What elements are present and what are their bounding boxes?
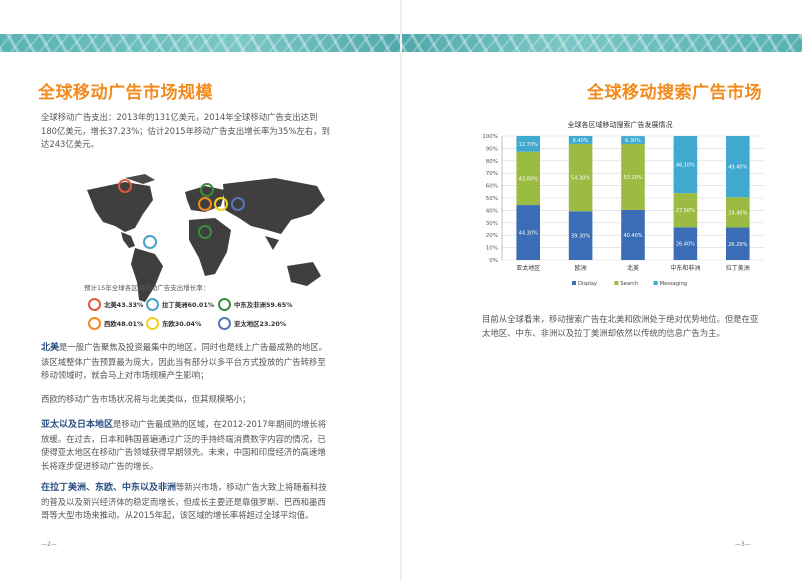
y-tick-label: 60% xyxy=(486,184,498,190)
legend-label: 西欧48.01% xyxy=(104,320,144,328)
paragraph-asia-pacific: 亚太以及日本地区是移动广告最成熟的区域，在2012-2017年期间的增长将放缓。… xyxy=(41,418,331,473)
legend-ring-icon xyxy=(88,298,101,311)
data-label: 46.10% xyxy=(676,163,695,169)
legend-label: 北美43.33% xyxy=(104,301,144,309)
map-legend-title: 预计15年全球各区域移动广告支出增长率： xyxy=(84,284,210,292)
legend-swatch xyxy=(572,281,576,285)
legend-swatch xyxy=(614,281,619,285)
category-label: 北美 xyxy=(627,264,639,272)
data-label: 27.50% xyxy=(676,208,695,214)
y-tick-label: 80% xyxy=(486,159,498,165)
legend-ring-icon xyxy=(146,317,159,330)
data-label: 40.40% xyxy=(623,233,642,239)
data-label: 24.40% xyxy=(728,210,747,216)
legend-ring-icon xyxy=(88,317,101,330)
category-label: 中东和非洲 xyxy=(670,264,700,272)
data-label: 49.40% xyxy=(728,165,747,171)
paragraph-heading: 亚太以及日本地区 xyxy=(41,420,114,430)
right-body-paragraph: 目前从全球看来，移动搜索广告在北美和欧洲处于绝对优势地位。但是在亚太地区、中东、… xyxy=(482,314,759,338)
data-label: 39.30% xyxy=(571,234,590,240)
data-label: 6.30% xyxy=(625,138,641,144)
data-label: 26.20% xyxy=(728,242,747,248)
legend-item-la: 拉丁美洲60.01% xyxy=(146,298,214,311)
data-label: 43.00% xyxy=(519,176,538,182)
category-label: 亚太地区 xyxy=(516,264,540,272)
y-tick-label: 30% xyxy=(486,221,498,227)
legend-item-ap: 亚太地区23.20% xyxy=(218,317,286,330)
legend-item-ee: 东欧30.04% xyxy=(146,317,201,330)
page-number-left: —2— xyxy=(41,541,57,548)
data-label: 54.30% xyxy=(571,176,590,182)
legend-item-mea: 中东及非洲59.65% xyxy=(218,298,293,311)
stacked-bar-chart: 0% 10% 20% 30% 40% 50% 60% 70% 80% 90% 100% 44.30% 4… xyxy=(482,134,764,287)
left-page-title: 全球移动广告市场规模 xyxy=(38,83,213,103)
paragraph-heading: 北美 xyxy=(41,343,60,353)
data-label: 6.40% xyxy=(573,138,589,144)
legend-label: Search xyxy=(620,281,638,287)
y-tick-label: 70% xyxy=(486,171,498,177)
y-tick-label: 10% xyxy=(486,246,498,252)
legend-label: 亚太地区23.20% xyxy=(234,320,287,328)
data-label: 26.40% xyxy=(676,242,695,248)
legend-item-na: 北美43.33% xyxy=(88,298,143,311)
right-page-title: 全球移动搜索广告市场 xyxy=(587,83,762,103)
document-spread: 全球移动广告市场规模 全球移动广告支出：2013年的131亿美元，2014年全球… xyxy=(0,0,802,581)
legend-label: Display xyxy=(578,281,597,287)
legend-label: 中东及非洲59.65% xyxy=(234,301,293,309)
y-tick-label: 40% xyxy=(486,208,498,214)
y-tick-label: 90% xyxy=(486,146,498,152)
legend-ring-icon xyxy=(146,298,159,311)
paragraph-text: 是一般广告聚焦及投资最集中的地区，同时也是线上广告最成熟的地区。该区域整体广告预… xyxy=(41,342,328,380)
legend-ring-icon xyxy=(218,298,231,311)
legend-label: Messaging xyxy=(660,281,688,287)
y-tick-label: 20% xyxy=(486,233,498,239)
paragraph-west-europe: 西欧的移动广告市场状况将与北美类似，但其规模略小； xyxy=(41,394,251,404)
data-label: 44.30% xyxy=(519,231,538,237)
category-label: 拉丁美洲 xyxy=(726,264,750,272)
legend-label: 拉丁美洲60.01% xyxy=(162,301,215,309)
paragraph-emerging-markets: 在拉丁美洲、东欧、中东以及非洲等新兴市场，移动广告大致上将随着科技的普及以及新兴… xyxy=(41,481,331,523)
paragraph-heading: 在拉丁美洲、东欧、中东以及非洲 xyxy=(41,483,177,493)
legend-label: 东欧30.04% xyxy=(162,320,202,328)
page-fold xyxy=(400,0,402,581)
y-tick-label: 0% xyxy=(489,258,498,264)
category-label: 欧洲 xyxy=(575,264,587,272)
intro-paragraph: 全球移动广告支出：2013年的131亿美元，2014年全球移动广告支出达到180… xyxy=(41,112,330,149)
legend-swatch xyxy=(653,281,658,285)
page-number-right: —3— xyxy=(735,541,751,548)
data-label: 53.20% xyxy=(623,175,642,181)
data-label: 12.70% xyxy=(519,142,538,148)
y-tick-label: 100% xyxy=(482,134,498,140)
legend-item-we: 西欧48.01% xyxy=(88,317,143,330)
y-tick-label: 50% xyxy=(486,196,498,202)
legend-ring-icon xyxy=(218,317,231,330)
paragraph-north-america: 北美是一般广告聚焦及投资最集中的地区，同时也是线上广告最成熟的地区。该区域整体广… xyxy=(41,341,331,383)
